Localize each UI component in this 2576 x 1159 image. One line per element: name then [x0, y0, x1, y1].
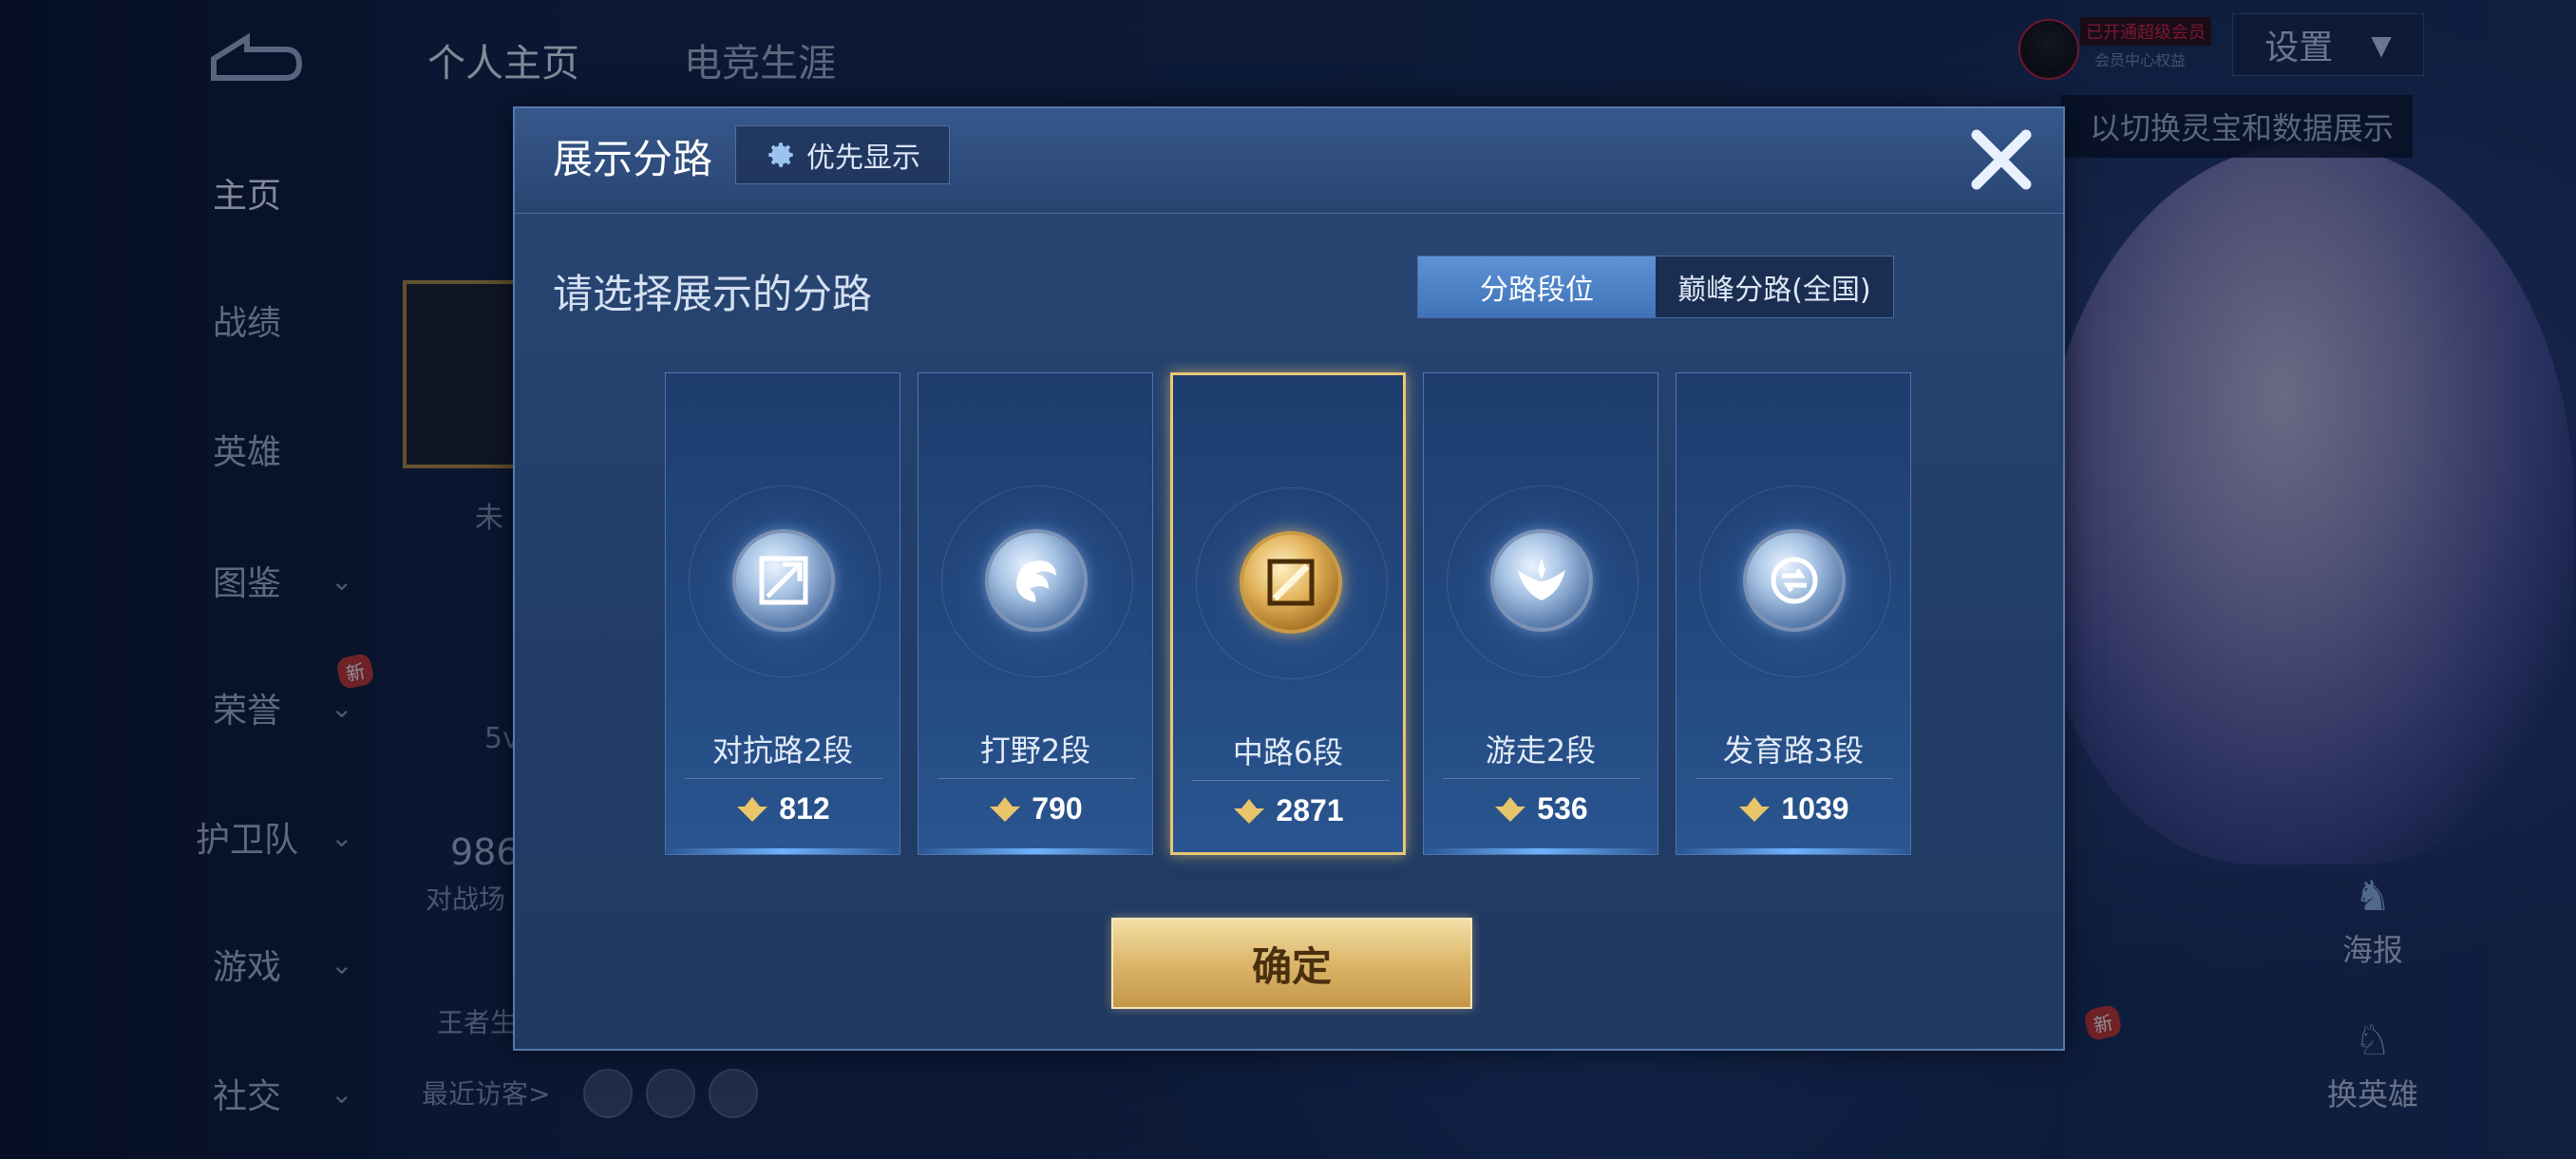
lane-score-value: 790 [1032, 791, 1083, 826]
lane-score-value: 812 [779, 791, 830, 826]
score-icon [1495, 796, 1526, 822]
score-icon [1739, 796, 1771, 822]
card-glow [1424, 848, 1657, 854]
card-glow [919, 848, 1152, 854]
lane-score: 2871 [1173, 793, 1403, 828]
lane-score: 536 [1424, 791, 1657, 826]
lane-score-value: 1039 [1781, 791, 1849, 826]
gear-icon [768, 142, 793, 167]
score-icon [1234, 798, 1265, 824]
lane-score: 812 [666, 791, 900, 826]
lane-score-value: 2871 [1276, 793, 1344, 827]
jungle-icon [985, 529, 1088, 632]
lane-card-mid[interactable]: 中路6段 2871 [1170, 372, 1406, 855]
priority-display-label: 优先显示 [806, 142, 920, 175]
divider [1443, 778, 1640, 779]
lane-score-value: 536 [1537, 791, 1588, 826]
lane-score: 1039 [1676, 791, 1910, 826]
score-icon [990, 796, 1021, 822]
divider [1192, 780, 1390, 781]
dialog-subtitle: 请选择展示的分路 [553, 271, 873, 317]
lane-rank-label: 中路6段 [1232, 734, 1344, 770]
roam-icon [1490, 529, 1593, 632]
farm-lane-icon [1743, 529, 1846, 632]
lane-score: 790 [919, 791, 1152, 826]
confirm-button[interactable]: 确定 [1111, 918, 1472, 1009]
mid-lane-icon [1240, 531, 1342, 634]
lane-rank-label: 打野2段 [979, 732, 1091, 769]
lane-card-farm[interactable]: 发育路3段 1039 [1676, 372, 1911, 855]
lane-card-jungle[interactable]: 打野2段 790 [918, 372, 1153, 855]
lane-rank-label: 发育路3段 [1722, 732, 1865, 769]
priority-display-button[interactable]: 优先显示 [735, 125, 950, 184]
score-icon [737, 796, 768, 822]
lane-card-clash[interactable]: 对抗路2段 812 [665, 372, 900, 855]
display-mode-toggle: 分路段位 巅峰分路(全国) [1417, 256, 1894, 318]
lane-card-roam[interactable]: 游走2段 536 [1423, 372, 1658, 855]
tab-lane-rank[interactable]: 分路段位 [1418, 256, 1656, 317]
lane-rank-label: 对抗路2段 [711, 732, 854, 769]
card-glow [666, 848, 900, 854]
tab-peak-lane-national[interactable]: 巅峰分路(全国) [1656, 256, 1893, 317]
close-icon[interactable] [1963, 122, 2039, 198]
divider [1695, 778, 1893, 779]
divider [938, 778, 1135, 779]
lane-display-dialog: 展示分路 优先显示 请选择展示的分路 分路段位 巅峰分路(全国) 对抗路2段 8… [513, 106, 2065, 1051]
lane-rank-label: 游走2段 [1485, 732, 1597, 769]
clash-lane-icon [732, 529, 835, 632]
divider [685, 778, 882, 779]
card-glow [1676, 848, 1910, 854]
dialog-header: 展示分路 优先显示 [515, 108, 2063, 214]
dialog-title: 展示分路 [553, 136, 713, 182]
